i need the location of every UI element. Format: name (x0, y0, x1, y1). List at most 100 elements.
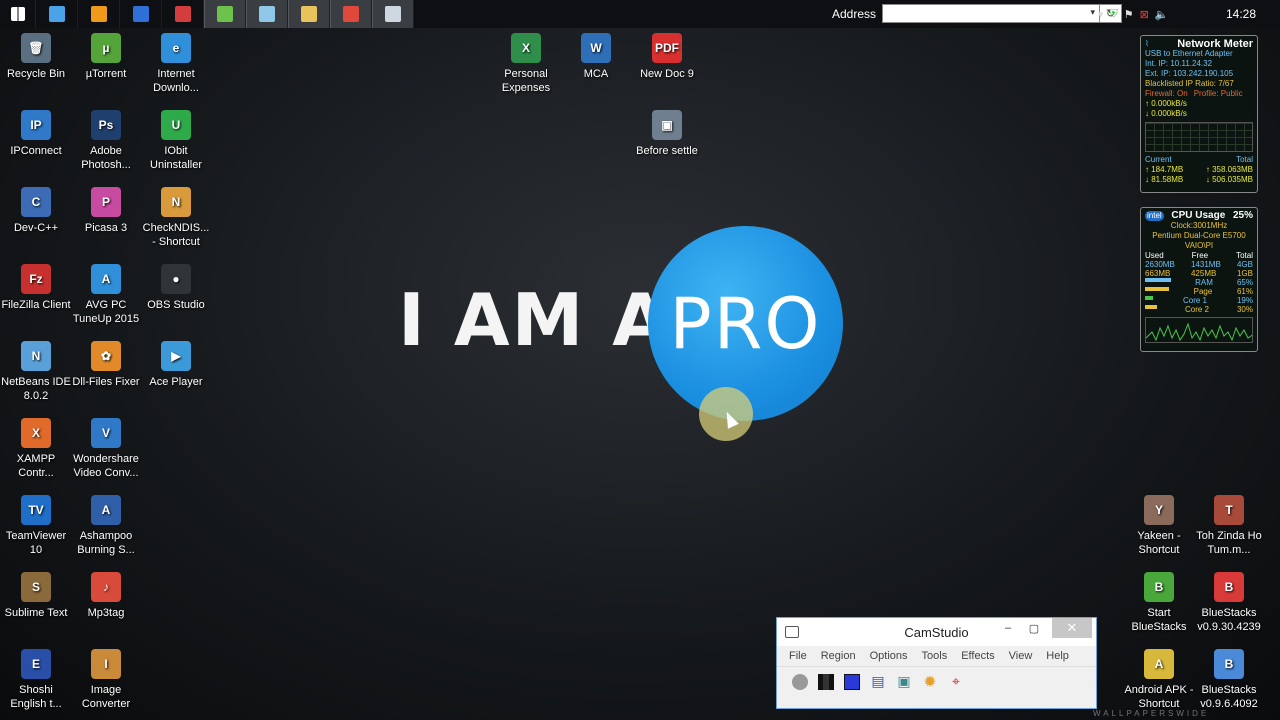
window-title: CamStudio (904, 624, 969, 640)
taskbar-button[interactable] (372, 0, 414, 28)
autopan-icon[interactable]: ⌖ (947, 673, 965, 691)
desktop-icon[interactable]: S Sublime Text (0, 572, 72, 620)
desktop-icon[interactable]: N NetBeans IDE 8.0.2 (0, 341, 72, 403)
ram-percent: 65% (1236, 278, 1253, 287)
desktop-icon[interactable]: ♪ Mp3tag (70, 572, 142, 620)
minimize-button[interactable]: – (998, 618, 1018, 638)
settings-icon[interactable]: ✹ (921, 673, 939, 691)
desktop-icon[interactable]: Y Yakeen - Shortcut (1123, 495, 1195, 557)
desktop-icon[interactable]: 🗑 Recycle Bin (0, 33, 72, 81)
network-icon[interactable]: ⊠ (1140, 8, 1149, 21)
desktop-icon[interactable]: T Toh Zinda Ho Tum.m... (1193, 495, 1265, 557)
desktop-icon[interactable]: A Ashampoo Burning S... (70, 495, 142, 557)
desktop-icon[interactable]: E Shoshi English t... (0, 649, 72, 711)
app-icon: TV (21, 495, 51, 525)
annotation-icon[interactable]: ▣ (895, 673, 913, 691)
cpu-model: Pentium Dual-Core E5700 (1152, 231, 1246, 240)
page-bar (1145, 287, 1169, 291)
taskbar-button[interactable] (204, 0, 246, 28)
desktop-icon[interactable]: ● OBS Studio (140, 264, 212, 312)
desktop-icon[interactable]: A AVG PC TuneUp 2015 (70, 264, 142, 326)
maximize-button[interactable]: ▢ (1024, 618, 1044, 638)
taskbar-button[interactable] (330, 0, 372, 28)
desktop-icon[interactable]: B BlueStacks v0.9.30.4239 (1193, 572, 1265, 634)
chevron-down-icon[interactable]: ▾ (1091, 7, 1096, 18)
desktop-icon[interactable]: e Internet Downlo... (140, 33, 212, 95)
menu-item-view[interactable]: View (1009, 650, 1033, 662)
close-button[interactable]: ✕ (1052, 618, 1092, 638)
taskbar-button[interactable] (120, 0, 162, 28)
desktop-icon[interactable]: C Dev-C++ (0, 187, 72, 235)
menu-item-region[interactable]: Region (821, 650, 856, 662)
desktop-icon[interactable]: B BlueStacks v0.9.6.4092 (1193, 649, 1265, 711)
record-icon[interactable] (791, 673, 809, 691)
address-input[interactable]: ▾ (882, 4, 1101, 23)
desktop-icon[interactable]: A Android APK - Shortcut (1123, 649, 1195, 711)
app-icon: e (161, 33, 191, 63)
volume-icon[interactable]: 🔈 (1155, 8, 1169, 21)
desktop-icon-label: Internet Downlo... (153, 68, 199, 94)
desktop-icon-label: MCA (583, 68, 609, 80)
taskbar-button[interactable] (36, 0, 78, 28)
menu-item-help[interactable]: Help (1046, 650, 1069, 662)
desktop-icon[interactable]: U IObit Uninstaller (140, 110, 212, 172)
desktop-icon[interactable]: IP IPConnect (0, 110, 72, 158)
desktop-icon[interactable]: B Start BlueStacks (1123, 572, 1195, 634)
page-free: 425MB (1190, 269, 1217, 278)
stop-icon[interactable] (843, 673, 861, 691)
desktop-icon[interactable]: µ µTorrent (70, 33, 142, 81)
file-explorer-icon (301, 6, 317, 22)
app-icon: E (21, 649, 51, 679)
chevron-down-icon[interactable]: ▾ (1098, 8, 1104, 21)
app-icon: W (581, 33, 611, 63)
taskbar-button[interactable] (246, 0, 288, 28)
desktop-icon[interactable]: V Wondershare Video Conv... (70, 418, 142, 480)
ram-bar (1145, 278, 1171, 282)
desktop-icon[interactable]: X Personal Expenses (490, 33, 562, 95)
total-label: Total (1236, 155, 1253, 164)
desktop-icon[interactable]: ✿ Dll-Files Fixer (70, 341, 142, 389)
desktop-icon[interactable]: ▶ Ace Player (140, 341, 212, 389)
desktop-icon[interactable]: ▣ Before settle (631, 110, 703, 158)
cpu-usage-gadget[interactable]: intel CPU Usage 25% Clock:3001MHz Pentiu… (1140, 207, 1258, 352)
taskbar-button[interactable] (78, 0, 120, 28)
camstudio-window[interactable]: CamStudio – ▢ ✕ File Region Options Tools Ef… (776, 617, 1097, 709)
menu-item-options[interactable]: Options (870, 650, 908, 662)
firewall-profile: Profile: Public (1193, 89, 1243, 98)
desktop-icon[interactable]: TV TeamViewer 10 (0, 495, 72, 557)
desktop-icon[interactable]: Ps Adobe Photosh... (70, 110, 142, 172)
app-icon: Ps (91, 110, 121, 140)
menu-item-effects[interactable]: Effects (961, 650, 994, 662)
desktop-icon[interactable]: X XAMPP Contr... (0, 418, 72, 480)
camstudio-titlebar[interactable]: CamStudio – ▢ ✕ (777, 618, 1096, 646)
app-icon: B (1144, 572, 1174, 602)
desktop-icon[interactable]: W MCA (560, 33, 632, 81)
col-free: Free (1191, 251, 1209, 260)
app-icon: I (91, 649, 121, 679)
menu-item-tools[interactable]: Tools (922, 650, 948, 662)
app-icon-3 (217, 6, 233, 22)
desktop-icon-label: Personal Expenses (501, 68, 551, 94)
desktop-icon-label: FileZilla Client (1, 299, 71, 311)
desktop-icon[interactable]: Fz FileZilla Client (0, 264, 72, 312)
intel-logo-icon: intel (1145, 211, 1164, 221)
app-icon: X (511, 33, 541, 63)
desktop-icon[interactable]: PDF New Doc 9 (631, 33, 703, 81)
taskbar-button[interactable] (162, 0, 204, 28)
clock[interactable]: 14:28 (1226, 7, 1256, 21)
shield-icon[interactable]: ⛨ (1110, 8, 1118, 21)
desktop-icon[interactable]: I Image Converter (70, 649, 142, 711)
flag-icon[interactable]: ⚑ (1124, 8, 1134, 21)
menu-item-file[interactable]: File (789, 650, 807, 662)
app-icon: C (21, 187, 51, 217)
pause-icon[interactable] (817, 673, 835, 691)
region-icon[interactable]: ▤ (869, 673, 887, 691)
desktop-icon-label: Sublime Text (4, 607, 68, 619)
desktop-icon[interactable]: P Picasa 3 (70, 187, 142, 235)
desktop-icon[interactable]: N CheckNDIS... - Shortcut (140, 187, 212, 249)
desktop-icon-label: TeamViewer 10 (5, 530, 67, 556)
network-meter-gadget[interactable]: ⌇ Network Meter USB to Ethernet Adapter … (1140, 35, 1258, 193)
taskbar-button[interactable] (0, 0, 36, 28)
desktop-icon-label: Ashampoo Burning S... (77, 530, 135, 556)
taskbar-button[interactable] (288, 0, 330, 28)
